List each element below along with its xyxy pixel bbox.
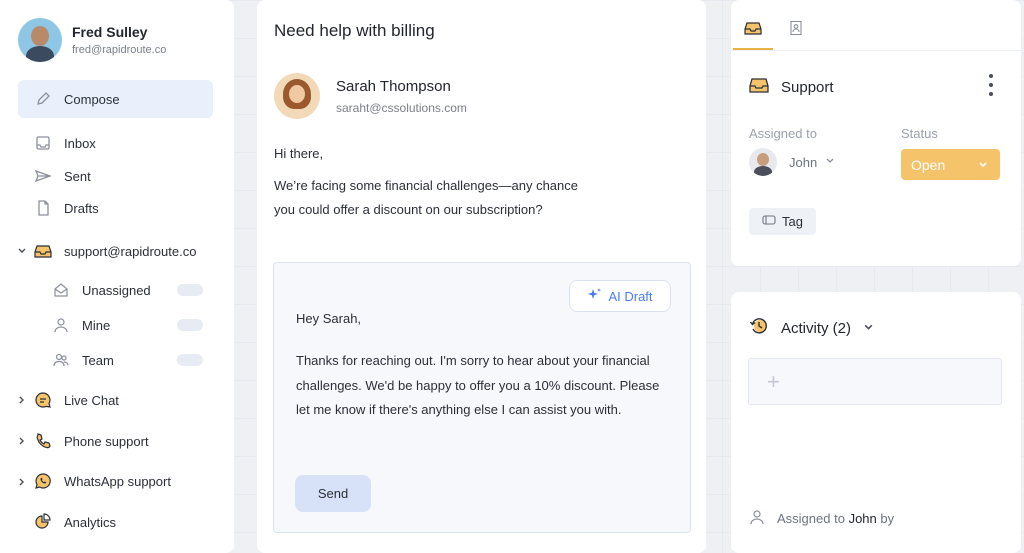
inbox-tray-icon bbox=[749, 76, 769, 98]
document-icon bbox=[34, 199, 52, 217]
chevron-down-icon bbox=[978, 157, 988, 173]
conversation-panel: Need help with billing Sarah Thompson sa… bbox=[257, 0, 706, 553]
pie-chart-icon bbox=[34, 513, 52, 531]
draft-greeting: Hey Sarah, bbox=[296, 311, 362, 326]
add-tag-button[interactable]: Tag bbox=[749, 208, 816, 235]
team-icon bbox=[52, 351, 70, 369]
mine-label: Mine bbox=[82, 317, 111, 333]
chevron-down-icon bbox=[825, 153, 835, 171]
user-profile[interactable]: Fred Sulley fred@rapidroute.co bbox=[18, 18, 166, 62]
activity-entry: Assigned to John by bbox=[749, 509, 894, 528]
whatsapp-support-label: WhatsApp support bbox=[64, 473, 171, 489]
tab-divider bbox=[731, 50, 1021, 51]
tag-label: Tag bbox=[782, 214, 803, 229]
tag-icon bbox=[762, 214, 776, 229]
chat-bubble-icon bbox=[34, 391, 52, 409]
user-email: fred@rapidroute.co bbox=[72, 44, 167, 56]
sidebar-item-whatsapp-support[interactable]: WhatsApp support bbox=[34, 472, 171, 490]
message-body-line: We’re facing some financial challenges—a… bbox=[274, 178, 578, 193]
sender-header: Sarah Thompson saraht@cssolutions.com bbox=[274, 73, 467, 119]
activity-prefix: Assigned to bbox=[777, 511, 845, 526]
chevron-right-icon[interactable] bbox=[16, 476, 28, 488]
activity-assignee: John bbox=[848, 511, 877, 526]
unassigned-label: Unassigned bbox=[82, 282, 151, 298]
team-count-badge bbox=[177, 354, 203, 366]
chevron-down-icon[interactable] bbox=[16, 245, 28, 257]
details-panel: Support Assigned to Status John Open Tag bbox=[731, 0, 1021, 266]
user-avatar bbox=[18, 18, 62, 62]
assignee-select[interactable]: John bbox=[749, 148, 835, 176]
chevron-right-icon[interactable] bbox=[16, 394, 28, 406]
inbox-tray-icon bbox=[744, 20, 762, 41]
pencil-icon bbox=[34, 90, 52, 108]
conversation-subject: Need help with billing bbox=[274, 21, 435, 40]
status-label: Status bbox=[901, 126, 938, 141]
contact-card-icon bbox=[788, 20, 804, 41]
message-body-line: you could offer a discount on our subscr… bbox=[274, 202, 543, 217]
chevron-right-icon[interactable] bbox=[16, 435, 28, 447]
reply-draft-editor[interactable]: AI Draft Hey Sarah, Thanks for reaching … bbox=[273, 262, 691, 533]
person-icon bbox=[749, 509, 765, 528]
assignee-avatar bbox=[749, 148, 777, 176]
whatsapp-icon bbox=[34, 472, 52, 490]
sidebar-item-analytics[interactable]: Analytics bbox=[34, 513, 116, 531]
activity-toggle[interactable]: Activity (2) bbox=[749, 316, 874, 340]
sidebar: Fred Sulley fred@rapidroute.co Compose I… bbox=[0, 0, 234, 553]
sent-label: Sent bbox=[64, 168, 91, 184]
inbox-title: Support bbox=[749, 76, 834, 98]
send-icon bbox=[34, 167, 52, 185]
tab-inbox-details[interactable] bbox=[733, 14, 773, 50]
person-icon bbox=[52, 316, 70, 334]
mailbox-icon bbox=[34, 242, 52, 260]
send-button[interactable]: Send bbox=[295, 475, 371, 512]
chevron-down-icon bbox=[863, 320, 874, 337]
mailbox-label: support@rapidroute.co bbox=[64, 243, 197, 259]
inbox-icon bbox=[34, 134, 52, 152]
sidebar-item-phone-support[interactable]: Phone support bbox=[34, 432, 149, 450]
draft-body: Thanks for reaching out. I'm sorry to he… bbox=[296, 353, 660, 417]
sidebar-item-sent[interactable]: Sent bbox=[34, 167, 91, 185]
team-label: Team bbox=[82, 352, 114, 368]
plus-icon: + bbox=[767, 368, 780, 394]
sender-avatar bbox=[274, 73, 320, 119]
activity-title: Activity (2) bbox=[781, 319, 852, 337]
mine-count-badge bbox=[177, 319, 203, 331]
envelope-open-icon bbox=[52, 281, 70, 299]
unassigned-count-badge bbox=[177, 284, 203, 296]
more-options-icon[interactable] bbox=[986, 74, 996, 96]
drafts-label: Drafts bbox=[64, 200, 99, 216]
status-value: Open bbox=[911, 156, 946, 173]
assignee-name: John bbox=[789, 154, 818, 170]
analytics-label: Analytics bbox=[64, 514, 117, 530]
compose-label: Compose bbox=[64, 91, 120, 107]
add-activity-input[interactable]: + bbox=[748, 358, 1002, 405]
sparkle-icon bbox=[587, 287, 602, 305]
sidebar-item-mine[interactable]: Mine bbox=[52, 316, 110, 334]
message-greeting: Hi there, bbox=[274, 146, 324, 161]
status-dropdown[interactable]: Open bbox=[901, 149, 1000, 180]
phone-support-label: Phone support bbox=[64, 433, 149, 449]
assigned-to-label: Assigned to bbox=[749, 126, 817, 141]
sender-name: Sarah Thompson bbox=[336, 77, 451, 95]
live-chat-label: Live Chat bbox=[64, 392, 119, 408]
sidebar-item-unassigned[interactable]: Unassigned bbox=[52, 281, 151, 299]
sender-email: saraht@cssolutions.com bbox=[336, 100, 467, 115]
sidebar-item-team[interactable]: Team bbox=[52, 351, 114, 369]
sidebar-item-live-chat[interactable]: Live Chat bbox=[34, 391, 119, 409]
tab-contact[interactable] bbox=[776, 14, 816, 50]
sidebar-item-drafts[interactable]: Drafts bbox=[34, 199, 99, 217]
activity-suffix: by bbox=[880, 511, 895, 526]
compose-button[interactable]: Compose bbox=[18, 80, 213, 118]
inbox-label: Inbox bbox=[64, 135, 96, 151]
history-icon bbox=[749, 316, 769, 340]
activity-panel: Activity (2) + Assigned to John by bbox=[731, 292, 1021, 553]
inbox-name: Support bbox=[781, 78, 834, 96]
phone-icon bbox=[34, 432, 52, 450]
sidebar-item-mailbox[interactable]: support@rapidroute.co bbox=[34, 242, 196, 260]
sidebar-item-inbox[interactable]: Inbox bbox=[34, 134, 96, 152]
ai-draft-label: AI Draft bbox=[608, 288, 653, 304]
user-name: Fred Sulley bbox=[72, 24, 148, 40]
